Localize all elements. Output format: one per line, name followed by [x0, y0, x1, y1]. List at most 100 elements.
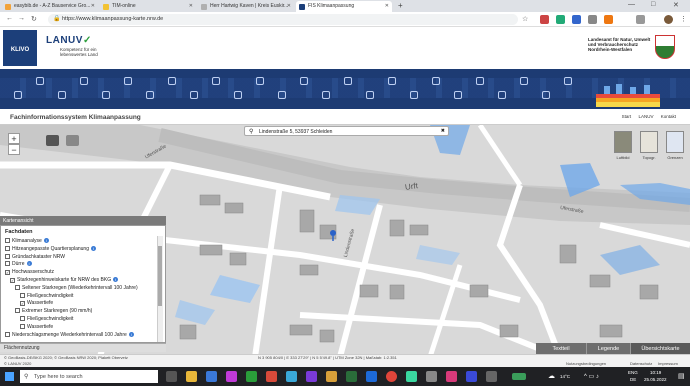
layer-item[interactable]: Wassertiefe: [20, 323, 53, 330]
nav-link-start[interactable]: Start: [622, 114, 632, 119]
layer-item[interactable]: Hitzeangepasste Quartiersplanung i: [5, 245, 96, 252]
layer-checkbox[interactable]: [15, 308, 20, 314]
extension-icon[interactable]: [540, 15, 549, 24]
clock-time[interactable]: 10:19: [650, 370, 661, 375]
app-icon[interactable]: [266, 371, 277, 382]
info-icon[interactable]: i: [43, 238, 49, 243]
info-icon[interactable]: i: [91, 245, 96, 251]
link-datenschutz[interactable]: Datenschutz: [630, 361, 652, 366]
chrome-icon[interactable]: [386, 371, 397, 382]
window-maximize-icon[interactable]: □: [651, 1, 655, 8]
weather-icon[interactable]: ☁: [548, 372, 555, 380]
close-tab-icon[interactable]: ✕: [91, 3, 95, 9]
layer-checkbox[interactable]: [5, 238, 10, 243]
taskbar-search-input[interactable]: ⚲ Type here to search: [20, 370, 158, 383]
menu-kebab-icon[interactable]: ⋮: [680, 15, 687, 23]
weather-temperature[interactable]: 14°C: [560, 374, 570, 379]
clock-date[interactable]: 25.05.2022: [644, 377, 667, 382]
layer-item[interactable]: Fließgeschwindigkeit: [20, 292, 73, 299]
input-language-2[interactable]: DE: [630, 377, 636, 382]
layer-checkbox[interactable]: [20, 323, 25, 329]
forward-icon[interactable]: →: [18, 15, 25, 22]
tools-icon[interactable]: [66, 135, 79, 146]
layer-checkbox[interactable]: ✓: [20, 301, 25, 307]
nav-link-lanuv[interactable]: LANUV: [638, 114, 653, 119]
layer-item[interactable]: ✓ Wassertiefe: [20, 300, 53, 307]
app-icon[interactable]: [326, 371, 337, 382]
browser-tab-3[interactable]: Herr Hartwig Kaven | Kreis Euskir... ✕: [198, 1, 294, 12]
app-icon[interactable]: [306, 371, 317, 382]
app-icon[interactable]: [406, 371, 417, 382]
address-search-input[interactable]: ⚲ Lindenstraße 5, 53937 Schleiden ✖: [244, 126, 449, 136]
tab-legende[interactable]: Legende: [586, 343, 630, 354]
input-language[interactable]: ENG: [628, 370, 638, 375]
nav-link-kontakt[interactable]: Kontakt: [661, 114, 676, 119]
info-icon[interactable]: i: [113, 277, 119, 282]
app-icon[interactable]: [466, 371, 477, 382]
task-view-icon[interactable]: [166, 371, 177, 382]
link-nutzungsbedingungen[interactable]: Nutzungsbedingungen: [566, 361, 606, 366]
layer-checkbox[interactable]: [5, 331, 10, 337]
app-icon[interactable]: [366, 371, 377, 382]
app-icon[interactable]: [346, 371, 357, 382]
extensions-puzzle-icon[interactable]: [636, 15, 645, 24]
layer-checkbox[interactable]: [20, 292, 25, 298]
app-icon[interactable]: [226, 371, 237, 382]
layer-checkbox[interactable]: ✓: [5, 270, 10, 276]
extension-icon[interactable]: [572, 15, 581, 24]
app-icon[interactable]: [446, 371, 457, 382]
layer-checkbox[interactable]: [20, 316, 25, 321]
app-icon[interactable]: [426, 371, 437, 382]
notifications-icon[interactable]: ▤: [678, 372, 685, 380]
layer-item[interactable]: Klimaanalyse i: [5, 238, 49, 244]
app-icon[interactable]: [206, 371, 217, 382]
panel-scrollbar-thumb[interactable]: [158, 246, 162, 306]
app-icon[interactable]: [512, 373, 526, 380]
panel-section-flaechennutzung[interactable]: Flächennutzung: [0, 343, 166, 352]
window-close-icon[interactable]: ✕: [673, 1, 679, 9]
basemap-topo-button[interactable]: [640, 131, 658, 153]
layer-item[interactable]: ✓ Starkregenhinweiskarte für NRW des BKG i: [10, 277, 119, 283]
tab-textteil[interactable]: Textteil: [536, 343, 586, 354]
new-tab-button[interactable]: +: [398, 1, 403, 10]
layer-item[interactable]: Extremer Starkregen (90 mm/h): [15, 308, 92, 314]
basemap-aerial-button[interactable]: [614, 131, 632, 153]
profile-avatar[interactable]: [664, 15, 673, 24]
tray-icons[interactable]: ^ ▭ ♪: [584, 373, 599, 380]
extension-icon[interactable]: [588, 15, 597, 24]
layer-item[interactable]: ✓ Hochwasserschutz: [5, 269, 54, 276]
star-icon[interactable]: ☆: [522, 15, 528, 23]
zoom-out-button[interactable]: −: [8, 144, 20, 155]
extension-icon[interactable]: [556, 15, 565, 24]
lanuv-logo[interactable]: LANUV✓: [46, 35, 92, 46]
layer-item[interactable]: Fließgeschwindigkeit: [20, 316, 73, 322]
file-explorer-icon[interactable]: [186, 371, 197, 382]
layer-checkbox[interactable]: [5, 245, 10, 251]
panel-header[interactable]: Kartenansicht: [0, 216, 166, 225]
close-tab-icon[interactable]: ✕: [189, 3, 193, 9]
reload-icon[interactable]: ↻: [31, 15, 37, 23]
tab-uebersichtskarte[interactable]: Übersichtskarte: [630, 343, 690, 354]
browser-tab-4[interactable]: FIS Klimaanpassung ✕: [296, 1, 392, 12]
info-icon[interactable]: i: [128, 331, 134, 337]
layer-item[interactable]: Dürre i: [5, 261, 32, 267]
layer-checkbox[interactable]: [5, 253, 10, 259]
basemap-borders-button[interactable]: [666, 131, 684, 153]
layer-checkbox[interactable]: [5, 261, 10, 267]
app-icon[interactable]: [486, 371, 497, 382]
windows-start-icon[interactable]: [5, 372, 14, 381]
layer-checkbox[interactable]: [15, 284, 20, 290]
layer-item[interactable]: Gründachkataster NRW: [5, 253, 65, 260]
url-field[interactable]: 🔒 https://www.klimaanpassung-karte.nrw.d…: [48, 14, 518, 25]
klivo-logo[interactable]: KLIVO: [3, 30, 37, 66]
browser-tab-2[interactable]: TIM-online ✕: [100, 1, 196, 12]
close-tab-icon[interactable]: ✕: [287, 3, 291, 9]
link-impressum[interactable]: Impressum: [658, 361, 678, 366]
close-tab-icon[interactable]: ✕: [385, 3, 389, 9]
browser-tab-1[interactable]: easybib.de - A-Z Bauservice Gro... ✕: [2, 1, 98, 12]
layer-item[interactable]: Seltener Starkregen (Wiederkehrintervall…: [15, 284, 138, 291]
print-icon[interactable]: [46, 135, 59, 146]
clear-search-icon[interactable]: ✖: [441, 128, 445, 134]
window-minimize-icon[interactable]: —: [628, 1, 635, 8]
layer-item[interactable]: Niederschlagsmenge Wiederkehrintervall 1…: [5, 331, 134, 338]
